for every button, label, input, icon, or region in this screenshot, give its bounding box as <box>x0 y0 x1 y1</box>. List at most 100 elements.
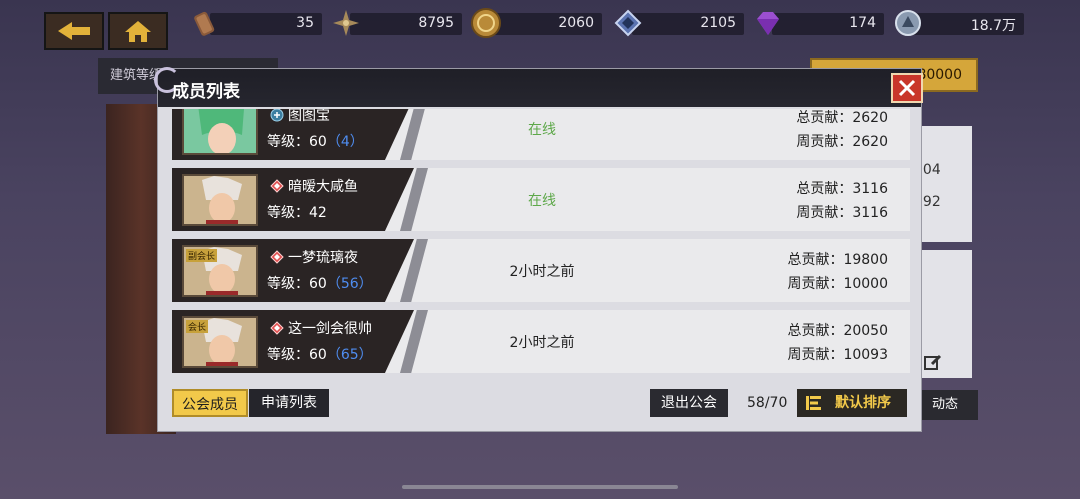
member-name: 图图宝 <box>288 109 330 124</box>
member-rank-icon <box>270 179 284 193</box>
weekly-contribution: 周贡献：3116 <box>796 202 888 222</box>
total-contribution-value: 2620 <box>852 110 888 126</box>
member-row[interactable]: 图图宝 等级：60（4） 在线 总贡献：2620 周贡献：2620 <box>172 109 910 160</box>
weekly-contribution-value: 10000 <box>843 276 888 292</box>
member-status: 2小时之前 <box>509 335 575 351</box>
member-name-group: 一梦琉璃夜 <box>270 247 358 267</box>
member-level: 等级：60（65） <box>267 344 373 364</box>
home-indicator[interactable] <box>402 485 678 489</box>
dialog-title: 成员列表 <box>172 82 240 102</box>
resource-bar: 35 8795 2060 2105 174 18.7万 <box>0 0 1080 52</box>
member-name-group: 这一剑会很帅 <box>270 318 372 338</box>
total-contribution-value: 19800 <box>843 252 888 268</box>
level-label: 等级： <box>267 347 309 363</box>
member-row[interactable]: 会长 这一剑会很帅 等级：60（65） 2小时之前 总贡献：20050 周贡献：… <box>172 310 910 373</box>
member-list[interactable]: 图图宝 等级：60（4） 在线 总贡献：2620 周贡献：2620 暗暧大咸鱼 … <box>172 109 910 377</box>
resource-compass: 8795 <box>333 10 462 36</box>
total-contribution: 总贡献：2620 <box>796 109 888 127</box>
avatar[interactable] <box>182 174 258 226</box>
dialog-footer: 公会成员 申请列表 退出公会 58/70 默认排序 <box>172 389 910 419</box>
weekly-contribution-value: 3116 <box>852 205 888 221</box>
back-arrow-icon <box>58 22 90 40</box>
resource-compass-value: 8795 <box>418 15 454 31</box>
role-badge: 会长 <box>186 320 209 333</box>
member-status: 在线 <box>528 193 556 209</box>
level-label: 等级： <box>267 134 309 150</box>
total-contribution-label: 总贡献： <box>787 252 844 268</box>
sort-label: 默认排序 <box>835 395 891 411</box>
purple-gem-icon <box>752 7 784 39</box>
level-extra: （4） <box>326 134 364 150</box>
gold-coin-icon <box>470 7 502 39</box>
default-sort-button[interactable]: 默认排序 <box>797 389 907 417</box>
member-rank-icon <box>270 109 284 122</box>
quit-guild-button[interactable]: 退出公会 <box>650 389 728 417</box>
total-contribution: 总贡献：20050 <box>787 320 888 340</box>
weekly-contribution: 周贡献：10093 <box>787 344 888 364</box>
level-value: 60 <box>309 347 327 363</box>
silver-orb-icon <box>892 7 924 39</box>
member-level: 等级：60（56） <box>267 273 373 293</box>
avatar[interactable] <box>182 109 258 155</box>
resource-gem: 174 <box>757 12 884 35</box>
level-value: 60 <box>309 134 327 150</box>
total-contribution-value: 20050 <box>843 323 888 339</box>
weekly-contribution-value: 2620 <box>852 134 888 150</box>
resource-gold-value: 2060 <box>558 15 594 31</box>
resource-emblem: 2105 <box>614 9 744 37</box>
dialog-header: 成员列表 <box>154 67 923 107</box>
member-count: 58/70 <box>747 395 788 411</box>
member-rank-icon <box>270 250 284 264</box>
member-name-group: 图图宝 <box>270 109 330 125</box>
level-extra: （56） <box>326 276 373 292</box>
total-contribution: 总贡献：3116 <box>796 178 888 198</box>
resource-scroll-value: 35 <box>296 15 314 31</box>
level-value: 60 <box>309 276 327 292</box>
level-label: 等级： <box>267 205 309 221</box>
member-name-group: 暗暧大咸鱼 <box>270 176 358 196</box>
avatar[interactable]: 副会长 <box>182 245 258 297</box>
resource-orb-value: 18.7万 <box>970 18 1016 34</box>
weekly-contribution-label: 周贡献： <box>787 276 844 292</box>
weekly-contribution: 周贡献：2620 <box>796 131 888 151</box>
home-button[interactable] <box>108 12 168 50</box>
tab-guild-members[interactable]: 公会成员 <box>172 389 248 417</box>
member-row[interactable]: 暗暧大咸鱼 等级：42 在线 总贡献：3116 周贡献：3116 <box>172 168 910 231</box>
level-value: 42 <box>309 205 327 221</box>
resource-scroll: 35 <box>194 11 322 36</box>
member-name: 这一剑会很帅 <box>288 321 372 337</box>
weekly-contribution-label: 周贡献： <box>796 134 853 150</box>
resource-orb: 18.7万 <box>895 10 1024 36</box>
level-extra: （65） <box>326 347 373 363</box>
weekly-contribution-label: 周贡献： <box>787 347 844 363</box>
member-level: 等级：42 <box>267 202 327 222</box>
compass-star-icon <box>330 7 362 39</box>
weekly-contribution: 周贡献：10000 <box>787 273 888 293</box>
total-contribution-label: 总贡献： <box>796 110 853 126</box>
tab-applications[interactable]: 申请列表 <box>249 389 329 417</box>
close-icon <box>898 79 916 97</box>
member-status: 在线 <box>528 122 556 138</box>
member-level: 等级：60（4） <box>267 131 364 151</box>
edit-icon[interactable] <box>924 354 942 370</box>
scroll-icon <box>190 7 222 39</box>
total-contribution-value: 3116 <box>852 181 888 197</box>
back-button[interactable] <box>44 12 104 50</box>
member-list-dialog: 成员列表 图图宝 等级：60（4） 在线 总贡献：2620 周贡献：2620 暗… <box>154 67 923 432</box>
member-status: 2小时之前 <box>509 264 575 280</box>
level-label: 等级： <box>267 276 309 292</box>
member-row[interactable]: 副会长 一梦琉璃夜 等级：60（56） 2小时之前 总贡献：19800 周贡献：… <box>172 239 910 302</box>
home-icon <box>125 21 151 42</box>
member-name: 一梦琉璃夜 <box>288 250 358 266</box>
total-contribution-label: 总贡献： <box>787 323 844 339</box>
resource-emblem-value: 2105 <box>700 15 736 31</box>
member-rank-icon <box>270 321 284 335</box>
total-contribution-label: 总贡献： <box>796 181 853 197</box>
total-contribution: 总贡献：19800 <box>787 249 888 269</box>
blue-emblem-icon <box>612 7 644 39</box>
resource-gold: 2060 <box>471 8 602 38</box>
avatar[interactable]: 会长 <box>182 316 258 368</box>
role-badge: 副会长 <box>186 249 218 262</box>
weekly-contribution-value: 10093 <box>843 347 888 363</box>
close-button[interactable] <box>891 73 923 103</box>
